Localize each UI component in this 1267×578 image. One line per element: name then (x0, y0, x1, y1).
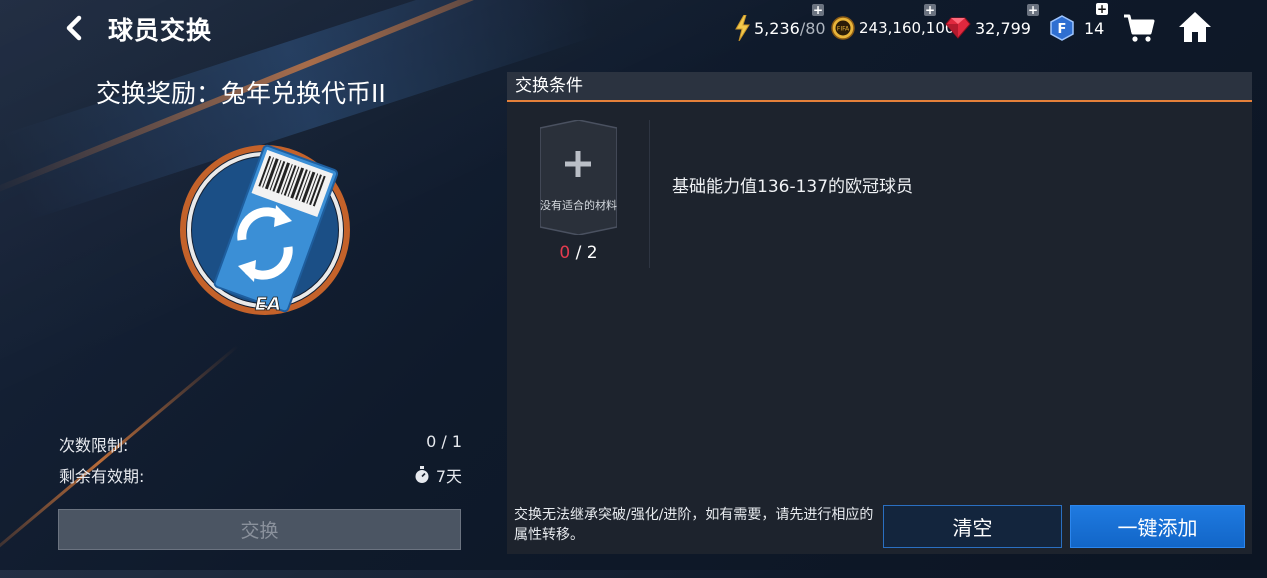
exchange-limit-row: 次数限制: 0 / 1 (59, 432, 462, 456)
exchange-token-icon: EA (180, 135, 355, 315)
slot-count: 0 / 2 (540, 243, 617, 263)
limit-label: 次数限制: (59, 436, 129, 455)
plus-icon (565, 151, 591, 177)
ruby-gem-icon (945, 17, 971, 39)
add-energy-button[interactable]: + (812, 4, 824, 16)
add-gems-button[interactable]: + (1027, 4, 1039, 16)
coins-value: 243,160,100 (859, 19, 955, 37)
energy-counter[interactable]: 5,236/80 (734, 13, 826, 43)
home-icon (1179, 12, 1211, 42)
fifa-points-counter[interactable]: F 14 (1050, 13, 1104, 43)
reward-title: 交换奖励：兔年兑换代币II (96, 79, 386, 108)
energy-max: /80 (799, 18, 826, 38)
condition-text: 基础能力值136-137的欧冠球员 (672, 177, 914, 197)
store-button[interactable] (1122, 12, 1156, 48)
gems-value: 32,799 (975, 18, 1031, 38)
exchange-button[interactable]: 交换 (58, 509, 461, 550)
transfer-note: 交换无法继承突破/强化/进阶，如有需要，请先进行相应的属性转移。 (514, 507, 874, 543)
panel-title: 交换条件 (507, 72, 1252, 102)
stopwatch-icon (415, 466, 429, 483)
divider (649, 120, 650, 268)
back-button[interactable] (62, 14, 86, 42)
svg-text:FIFA: FIFA (837, 26, 850, 33)
add-all-button[interactable]: 一键添加 (1070, 505, 1245, 548)
gems-counter[interactable]: 32,799 (945, 13, 1031, 43)
chevron-left-icon (66, 15, 82, 41)
home-button[interactable] (1178, 10, 1212, 48)
slot-count-total: / 2 (570, 243, 598, 263)
exchange-conditions-panel: 交换条件 没有适合的材料 0 / 2 基础能力值136-137的欧冠球员 交换无… (507, 72, 1252, 554)
expiry-label: 剩余有效期: (59, 467, 145, 486)
energy-value: 5,236 (754, 18, 800, 38)
top-bar: 球员交换 5,236/80 + FIFA 243,160,100 + 32,79… (0, 0, 1267, 56)
add-coins-button[interactable]: + (924, 4, 936, 16)
page-title: 球员交换 (108, 16, 213, 45)
svg-text:EA: EA (255, 294, 281, 315)
coins-counter[interactable]: FIFA 243,160,100 (831, 13, 954, 43)
material-slot[interactable]: 没有适合的材料 (540, 120, 617, 235)
lightning-icon (734, 15, 750, 41)
coin-icon: FIFA (831, 16, 855, 40)
add-fifa-points-button[interactable]: + (1096, 3, 1108, 15)
no-material-label: 没有适合的材料 (540, 199, 617, 212)
svg-text:F: F (1058, 22, 1067, 37)
cart-icon (1124, 14, 1155, 42)
fifa-points-icon: F (1050, 15, 1074, 41)
expiry-value: 7天 (435, 467, 462, 486)
fifa-points-value: 14 (1084, 18, 1105, 38)
clear-button[interactable]: 清空 (883, 505, 1062, 548)
slot-count-current: 0 (559, 243, 571, 263)
limit-value: 0 / 1 (426, 432, 462, 451)
expiry-row: 剩余有效期: 7天 (59, 463, 462, 487)
